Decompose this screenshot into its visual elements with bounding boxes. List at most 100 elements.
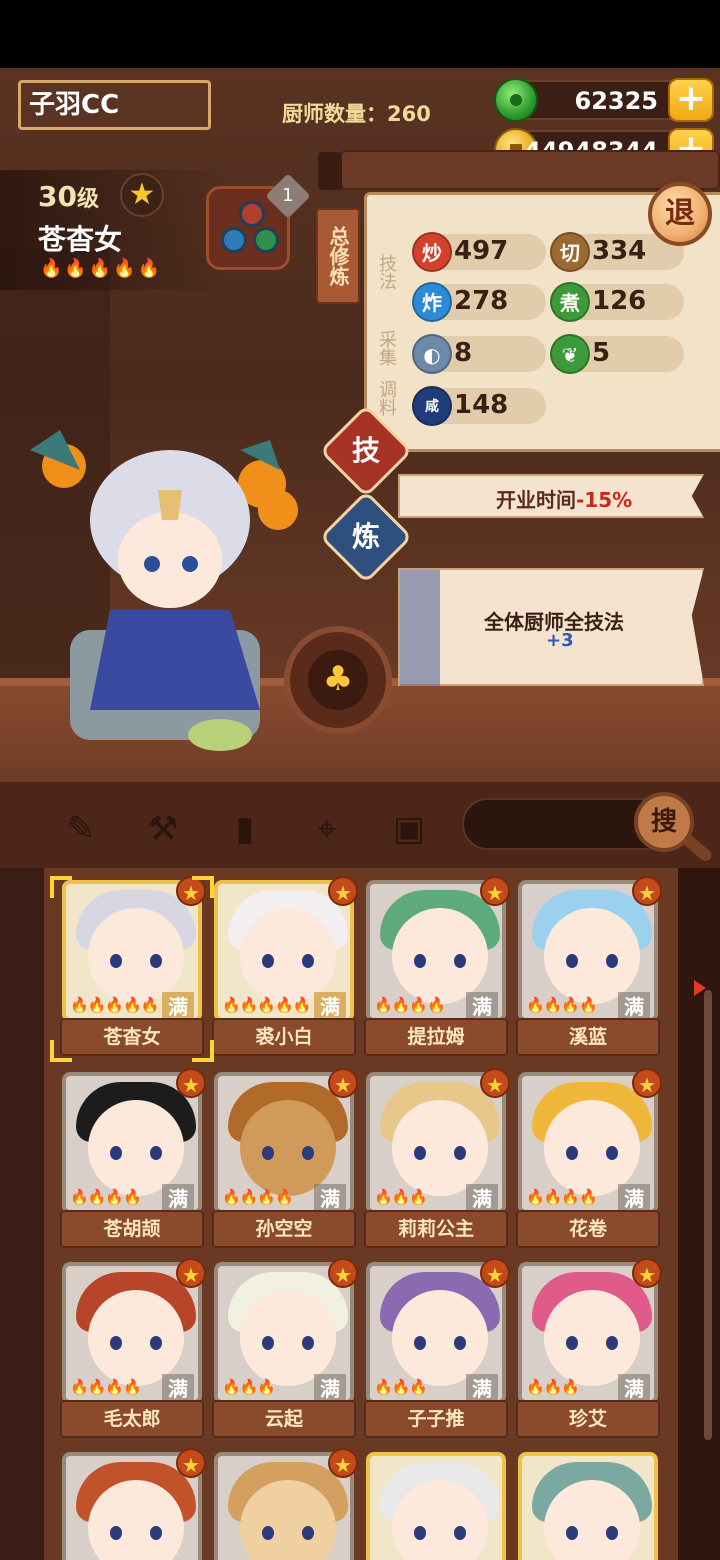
effect-banner: 开业时间-15% xyxy=(398,474,704,518)
stat-veg-value: 5 xyxy=(592,338,611,368)
chef-card[interactable]: 🔥🔥🔥🔥 满 ★ 毛太郎 xyxy=(60,1258,206,1444)
chef-avatar-eyes xyxy=(564,1146,620,1160)
chef-card-name: 苍杳女 xyxy=(60,1018,204,1056)
stat-cut-value: 334 xyxy=(592,236,647,266)
star-icon: ★ xyxy=(328,1068,358,1098)
star-icon: ★ xyxy=(480,876,510,906)
category-season: 调料 xyxy=(376,380,397,416)
crown xyxy=(158,490,182,520)
chef-portrait xyxy=(30,430,298,751)
chef-card-flames: 🔥🔥🔥🔥 xyxy=(374,996,446,1014)
chef-card-name: 珍艾 xyxy=(516,1400,660,1438)
search-button[interactable]: 搜 xyxy=(634,792,694,852)
chef-card-flames: 🔥🔥🔥🔥 xyxy=(70,1188,142,1206)
technique-filter-icon[interactable]: ✎ xyxy=(58,806,104,852)
star-icon[interactable]: ★ xyxy=(120,173,164,217)
star-icon: ★ xyxy=(176,1258,206,1288)
effect-card: 全体厨师全技法 +3 xyxy=(398,568,704,686)
chef-avatar-eyes xyxy=(564,954,620,968)
stat-fish-value: 8 xyxy=(454,338,473,368)
boil-icon: 煮 xyxy=(550,282,590,322)
chef-card-flames: 🔥🔥🔥 xyxy=(526,1378,580,1396)
chef-avatar-eyes xyxy=(260,954,316,968)
chef-card[interactable]: 🔥🔥🔥 满 ★ 子子推 xyxy=(364,1258,510,1444)
chef-avatar-eyes xyxy=(412,1146,468,1160)
chef-card[interactable]: 🔥🔥🔥🔥 满 ★ 提拉姆 xyxy=(364,876,510,1062)
star-icon: ★ xyxy=(632,876,662,906)
category-gather: 采集 xyxy=(376,330,397,366)
chef-card[interactable]: 🔥🔥🔥🔥 满 ★ 溪蓝 xyxy=(516,876,662,1062)
chef-avatar-eyes xyxy=(412,1336,468,1350)
chef-card[interactable] xyxy=(518,1452,658,1560)
roster-edge xyxy=(678,868,720,1560)
effect-card-stripe xyxy=(400,570,440,686)
chef-card[interactable]: ★ xyxy=(62,1448,206,1560)
jade-currency: 62325 + xyxy=(494,78,714,122)
fry-icon: 炸 xyxy=(412,282,452,322)
status-bar xyxy=(0,0,720,68)
chef-card[interactable]: 🔥🔥🔥🔥 满 ★ 苍胡颉 xyxy=(60,1068,206,1254)
blue-slot-icon xyxy=(221,227,247,253)
chef-card-name: 溪蓝 xyxy=(516,1018,660,1056)
chef-card-flames: 🔥🔥🔥 xyxy=(222,1378,276,1396)
effect-value: -15% xyxy=(576,488,633,512)
chef-card[interactable]: 🔥🔥🔥🔥 满 ★ 花卷 xyxy=(516,1068,662,1254)
star-icon: ★ xyxy=(328,876,358,906)
chef-level-value: 30 xyxy=(38,180,77,213)
chef-card-frame xyxy=(366,1452,506,1560)
chef-card-name: 裘小白 xyxy=(212,1018,356,1056)
star-icon: ★ xyxy=(176,1068,206,1098)
star-icon: ★ xyxy=(176,1448,206,1478)
player-name[interactable]: 子羽CC xyxy=(18,80,211,130)
chef-card[interactable]: 🔥🔥🔥 满 ★ 云起 xyxy=(212,1258,358,1444)
chef-eye xyxy=(182,556,198,572)
tab-total-training[interactable]: 总修炼 xyxy=(316,208,360,304)
green-slot-icon xyxy=(253,227,279,253)
chef-avatar-eyes xyxy=(564,1336,620,1350)
equipment-wheel[interactable]: ♣ xyxy=(284,626,392,734)
fish-icon: ◐ xyxy=(412,334,452,374)
chef-level: 30级 xyxy=(38,180,99,213)
tool-filter-icon[interactable]: ⚒ xyxy=(140,806,186,852)
chef-card-flames: 🔥🔥🔥 xyxy=(374,1378,428,1396)
scroll-rod-knob xyxy=(318,152,342,190)
effect-card-line2: +3 xyxy=(546,630,574,651)
jade-amount: 62325 xyxy=(574,87,659,115)
chef-card-flames: 🔥🔥🔥 xyxy=(374,1188,428,1206)
chef-card-name: 毛太郎 xyxy=(60,1400,204,1438)
red-slot-icon xyxy=(239,201,265,227)
map-filter-icon[interactable]: ▣ xyxy=(386,806,432,852)
exit-button[interactable]: 退 xyxy=(648,182,712,246)
chef-card-flames: 🔥🔥🔥🔥 xyxy=(526,996,598,1014)
stat-fry: 炸 278 xyxy=(412,282,546,322)
selection-corner xyxy=(50,1040,72,1062)
chef-card[interactable]: 🔥🔥🔥🔥🔥 满 ★ 苍杳女 xyxy=(60,876,206,1062)
chef-card[interactable]: ★ xyxy=(214,1448,358,1560)
chef-card-flames: 🔥🔥🔥🔥 xyxy=(222,1188,294,1206)
roster-scrollbar[interactable] xyxy=(704,990,712,1440)
add-jade-button[interactable]: + xyxy=(668,78,714,122)
stat-fry-value: 278 xyxy=(454,286,509,316)
selection-corner xyxy=(192,876,214,898)
chef-card[interactable] xyxy=(366,1452,506,1560)
star-icon: ★ xyxy=(328,1258,358,1288)
chef-card[interactable]: 🔥🔥🔥🔥🔥 满 ★ 裘小白 xyxy=(212,876,358,1062)
chef-count-value: 260 xyxy=(387,102,431,126)
chef-card-name: 花卷 xyxy=(516,1210,660,1248)
jar-filter-icon[interactable]: ▮ xyxy=(222,806,268,852)
chef-card[interactable]: 🔥🔥🔥🔥 满 ★ 孙空空 xyxy=(212,1068,358,1254)
chef-card-name: 苍胡颉 xyxy=(60,1210,204,1248)
chef-level-unit: 级 xyxy=(76,187,99,212)
jade-turtle xyxy=(188,719,252,751)
location-filter-icon[interactable]: ⌖ xyxy=(304,806,350,852)
flame-rating: 🔥🔥🔥🔥🔥 xyxy=(40,258,163,279)
chef-count-label: 厨师数量： xyxy=(282,102,387,126)
chef-card-name: 莉莉公主 xyxy=(364,1210,508,1248)
chef-card[interactable]: 🔥🔥🔥 满 ★ 莉莉公主 xyxy=(364,1068,510,1254)
star-icon: ★ xyxy=(480,1068,510,1098)
pouch-icon: ♣ xyxy=(308,650,368,710)
effect-prefix: 开业时间 xyxy=(496,488,576,512)
chef-card[interactable]: 🔥🔥🔥 满 ★ 珍艾 xyxy=(516,1258,662,1444)
chef-card-flames: 🔥🔥🔥🔥🔥 xyxy=(70,996,159,1014)
chef-avatar-eyes xyxy=(108,1146,164,1160)
